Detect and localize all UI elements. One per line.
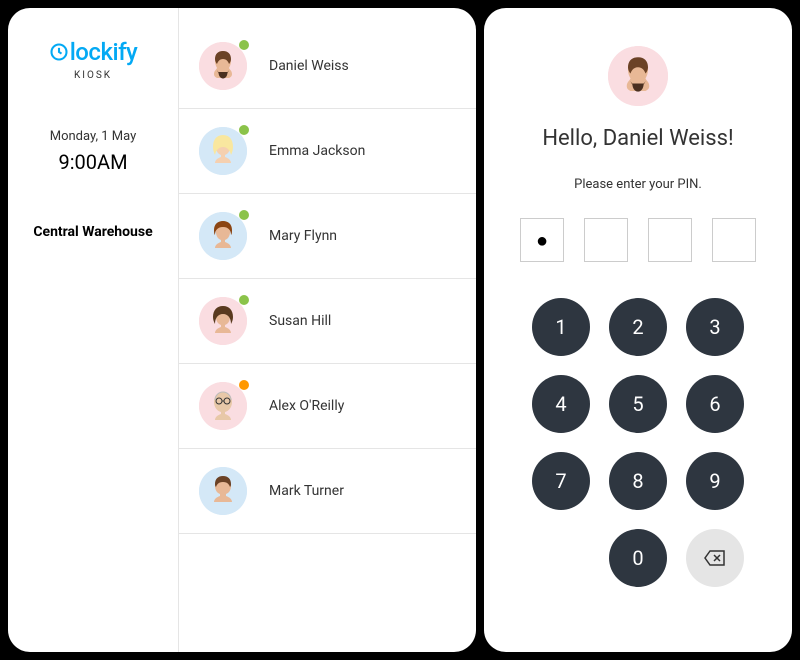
user-row[interactable]: Susan Hill — [179, 279, 476, 364]
keypad-4[interactable]: 4 — [532, 375, 590, 433]
logo: lockify KIOSK — [49, 38, 138, 81]
user-list: Daniel Weiss Emma Jackson Mary Flynn — [178, 8, 476, 652]
user-name-label: Alex O'Reilly — [269, 398, 344, 414]
keypad-2[interactable]: 2 — [609, 298, 667, 356]
user-name-label: Daniel Weiss — [269, 58, 349, 74]
current-date: Monday, 1 May — [50, 129, 137, 144]
pin-entry-device: Hello, Daniel Weiss! Please enter your P… — [484, 8, 792, 652]
user-name-label: Susan Hill — [269, 313, 331, 329]
pin-prompt-text: Please enter your PIN. — [574, 177, 702, 192]
brand-name: lockify — [70, 38, 138, 66]
keypad-0[interactable]: 0 — [609, 529, 667, 587]
keypad: 1 2 3 4 5 6 7 8 9 0 — [532, 298, 744, 587]
status-dot-green — [239, 210, 249, 220]
location-name: Central Warehouse — [33, 224, 152, 240]
user-name-label: Emma Jackson — [269, 143, 365, 159]
pin-digit-1: ● — [520, 218, 564, 262]
status-dot-orange — [239, 380, 249, 390]
keypad-1[interactable]: 1 — [532, 298, 590, 356]
avatar-wrap — [199, 297, 247, 345]
pin-digit-2 — [584, 218, 628, 262]
selected-user-avatar — [608, 46, 668, 106]
avatar-wrap — [199, 212, 247, 260]
avatar — [199, 127, 247, 175]
status-dot-green — [239, 40, 249, 50]
keypad-9[interactable]: 9 — [686, 452, 744, 510]
current-time: 9:00AM — [58, 150, 127, 174]
avatar-wrap — [199, 127, 247, 175]
keypad-backspace[interactable] — [686, 529, 744, 587]
status-dot-green — [239, 295, 249, 305]
status-dot-green — [239, 125, 249, 135]
keypad-empty — [532, 529, 590, 587]
avatar — [199, 42, 247, 90]
pin-digit-3 — [648, 218, 692, 262]
avatar-wrap — [199, 382, 247, 430]
user-row[interactable]: Emma Jackson — [179, 109, 476, 194]
pin-digit-4 — [712, 218, 756, 262]
user-name-label: Mark Turner — [269, 483, 344, 499]
kiosk-user-list-device: lockify KIOSK Monday, 1 May 9:00AM Centr… — [8, 8, 476, 652]
greeting-text: Hello, Daniel Weiss! — [542, 126, 733, 151]
user-row[interactable]: Mark Turner — [179, 449, 476, 534]
avatar — [199, 467, 247, 515]
avatar-wrap — [199, 467, 247, 515]
user-row[interactable]: Mary Flynn — [179, 194, 476, 279]
clock-icon — [49, 40, 69, 68]
sidebar: lockify KIOSK Monday, 1 May 9:00AM Centr… — [8, 8, 178, 652]
keypad-7[interactable]: 7 — [532, 452, 590, 510]
keypad-5[interactable]: 5 — [609, 375, 667, 433]
avatar — [199, 382, 247, 430]
user-name-label: Mary Flynn — [269, 228, 337, 244]
pin-input-boxes: ● — [520, 218, 756, 262]
brand-sub: KIOSK — [49, 70, 138, 81]
keypad-8[interactable]: 8 — [609, 452, 667, 510]
avatar — [199, 212, 247, 260]
avatar-wrap — [199, 42, 247, 90]
user-row[interactable]: Daniel Weiss — [179, 32, 476, 109]
keypad-6[interactable]: 6 — [686, 375, 744, 433]
backspace-icon — [703, 549, 727, 567]
user-row[interactable]: Alex O'Reilly — [179, 364, 476, 449]
keypad-3[interactable]: 3 — [686, 298, 744, 356]
avatar — [199, 297, 247, 345]
